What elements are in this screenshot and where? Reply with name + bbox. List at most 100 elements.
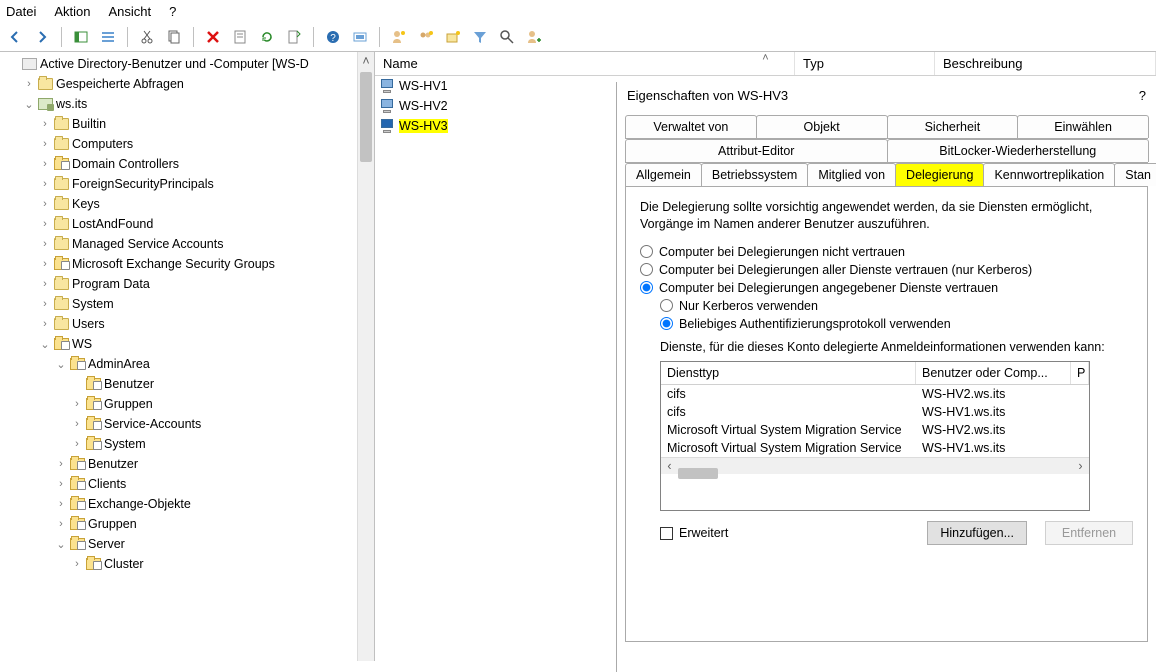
tree-domain[interactable]: ⌄ws.its	[0, 94, 374, 114]
cut-button[interactable]	[136, 26, 158, 48]
properties-button[interactable]	[229, 26, 251, 48]
add-to-group-button[interactable]	[523, 26, 545, 48]
scroll-up-icon[interactable]: ˄	[358, 52, 374, 69]
tree-item[interactable]: ›System	[0, 434, 374, 454]
scroll-left-icon[interactable]: ‹	[661, 459, 678, 473]
nav-forward-button[interactable]	[31, 26, 53, 48]
tab-managed-by[interactable]: Verwaltet von	[625, 115, 757, 138]
menu-view[interactable]: Ansicht	[109, 4, 152, 19]
services-list[interactable]: Diensttyp Benutzer oder Comp... P cifsWS…	[660, 361, 1090, 511]
container-button[interactable]	[349, 26, 371, 48]
col-name[interactable]: Name	[375, 52, 795, 75]
radio-trust-all-input[interactable]	[640, 263, 653, 276]
radio-kerberos-only-input[interactable]	[660, 299, 673, 312]
svg-text:?: ?	[330, 33, 336, 44]
svc-row[interactable]: Microsoft Virtual System Migration Servi…	[661, 439, 1089, 457]
tree-item[interactable]: ›Program Data	[0, 274, 374, 294]
svc-col-user[interactable]: Benutzer oder Comp...	[916, 362, 1071, 384]
tree-item[interactable]: ›Domain Controllers	[0, 154, 374, 174]
services-label: Dienste, für die dieses Konto delegierte…	[660, 339, 1133, 355]
svc-row[interactable]: cifsWS-HV2.ws.its	[661, 385, 1089, 403]
add-user-button[interactable]	[388, 26, 410, 48]
svc-col-p[interactable]: P	[1071, 362, 1089, 384]
tree-root[interactable]: Active Directory-Benutzer und -Computer …	[0, 54, 374, 74]
menu-help[interactable]: ?	[169, 4, 176, 19]
tree-server[interactable]: ⌄Server	[0, 534, 374, 554]
tab-body-delegation: Die Delegierung sollte vorsichtig angewe…	[625, 187, 1148, 642]
add-ou-button[interactable]	[442, 26, 464, 48]
tree-vertical-scrollbar[interactable]: ˄	[357, 52, 374, 661]
radio-trust-all-label: Computer bei Delegierungen aller Dienste…	[659, 263, 1032, 277]
tab-security[interactable]: Sicherheit	[887, 115, 1019, 138]
menu-file[interactable]: Datei	[6, 4, 36, 19]
tab-location[interactable]: Stan	[1114, 163, 1156, 186]
tab-bitlocker[interactable]: BitLocker-Wiederherstellung	[887, 139, 1150, 162]
svc-col-type[interactable]: Diensttyp	[661, 362, 916, 384]
scroll-thumb[interactable]	[360, 72, 372, 162]
scroll-right-icon[interactable]: ›	[1072, 459, 1089, 473]
tab-password-replication[interactable]: Kennwortreplikation	[983, 163, 1115, 186]
radio-no-trust-input[interactable]	[640, 245, 653, 258]
tab-object[interactable]: Objekt	[756, 115, 888, 138]
radio-kerberos-only[interactable]: Nur Kerberos verwenden	[660, 299, 1133, 313]
add-service-button[interactable]: Hinzufügen...	[927, 521, 1027, 545]
tab-memberof[interactable]: Mitglied von	[807, 163, 896, 186]
tree-item[interactable]: ›Managed Service Accounts	[0, 234, 374, 254]
svc-row[interactable]: cifsWS-HV1.ws.its	[661, 403, 1089, 421]
menu-action[interactable]: Aktion	[54, 4, 90, 19]
refresh-button[interactable]	[256, 26, 278, 48]
radio-any-protocol-input[interactable]	[660, 317, 673, 330]
tree-item[interactable]: ›Clients	[0, 474, 374, 494]
computer-icon	[379, 79, 395, 93]
tree-item[interactable]: ›Computers	[0, 134, 374, 154]
tree-item[interactable]: ›System	[0, 294, 374, 314]
filter-button[interactable]	[469, 26, 491, 48]
add-group-button[interactable]	[415, 26, 437, 48]
collapse-chevron-icon[interactable]: ˄	[762, 52, 768, 64]
details-view-button[interactable]	[97, 26, 119, 48]
tree-item[interactable]: ›ForeignSecurityPrincipals	[0, 174, 374, 194]
dialog-title: Eigenschaften von WS-HV3	[627, 88, 788, 103]
tab-delegation[interactable]: Delegierung	[895, 163, 984, 186]
copy-button[interactable]	[163, 26, 185, 48]
tree-item[interactable]: ›Users	[0, 314, 374, 334]
delete-button[interactable]	[202, 26, 224, 48]
tree-item[interactable]: ›LostAndFound	[0, 214, 374, 234]
nav-back-button[interactable]	[4, 26, 26, 48]
col-desc[interactable]: Beschreibung	[935, 52, 1156, 75]
radio-no-trust[interactable]: Computer bei Delegierungen nicht vertrau…	[640, 245, 1133, 259]
show-hide-tree-button[interactable]	[70, 26, 92, 48]
tab-attribute-editor[interactable]: Attribut-Editor	[625, 139, 888, 162]
radio-trust-all[interactable]: Computer bei Delegierungen aller Dienste…	[640, 263, 1133, 277]
tree-item[interactable]: Benutzer	[0, 374, 374, 394]
services-horizontal-scrollbar[interactable]: ‹ ›	[661, 457, 1089, 474]
tree-item[interactable]: ›Gruppen	[0, 394, 374, 414]
find-button[interactable]	[496, 26, 518, 48]
tree-item[interactable]: ›Exchange-Objekte	[0, 494, 374, 514]
tab-row-3: Allgemein Betriebssystem Mitglied von De…	[625, 163, 1148, 187]
tree-saved-queries[interactable]: ›Gespeicherte Abfragen	[0, 74, 374, 94]
help-button[interactable]: ?	[322, 26, 344, 48]
radio-trust-specific[interactable]: Computer bei Delegierungen angegebener D…	[640, 281, 1133, 295]
tree-item[interactable]: ›Benutzer	[0, 454, 374, 474]
export-button[interactable]	[283, 26, 305, 48]
tree-item[interactable]: ›Microsoft Exchange Security Groups	[0, 254, 374, 274]
svc-row[interactable]: Microsoft Virtual System Migration Servi…	[661, 421, 1089, 439]
tab-os[interactable]: Betriebssystem	[701, 163, 808, 186]
radio-any-protocol[interactable]: Beliebiges Authentifizierungsprotokoll v…	[660, 317, 1133, 331]
tree-ws[interactable]: ⌄WS	[0, 334, 374, 354]
extended-checkbox[interactable]: Erweitert	[660, 526, 728, 540]
extended-label: Erweitert	[679, 526, 728, 540]
tree-item[interactable]: ›Keys	[0, 194, 374, 214]
tab-general[interactable]: Allgemein	[625, 163, 702, 186]
tab-dialin[interactable]: Einwählen	[1017, 115, 1149, 138]
dialog-help-button[interactable]: ?	[1139, 88, 1146, 103]
tree-item[interactable]: ›Cluster	[0, 554, 374, 574]
tree-item[interactable]: ›Service-Accounts	[0, 414, 374, 434]
tree-item[interactable]: ›Builtin	[0, 114, 374, 134]
scroll-thumb[interactable]	[678, 468, 718, 479]
tree-item[interactable]: ›Gruppen	[0, 514, 374, 534]
tree-adminarea[interactable]: ⌄AdminArea	[0, 354, 374, 374]
col-type[interactable]: Typ	[795, 52, 935, 75]
radio-trust-specific-input[interactable]	[640, 281, 653, 294]
